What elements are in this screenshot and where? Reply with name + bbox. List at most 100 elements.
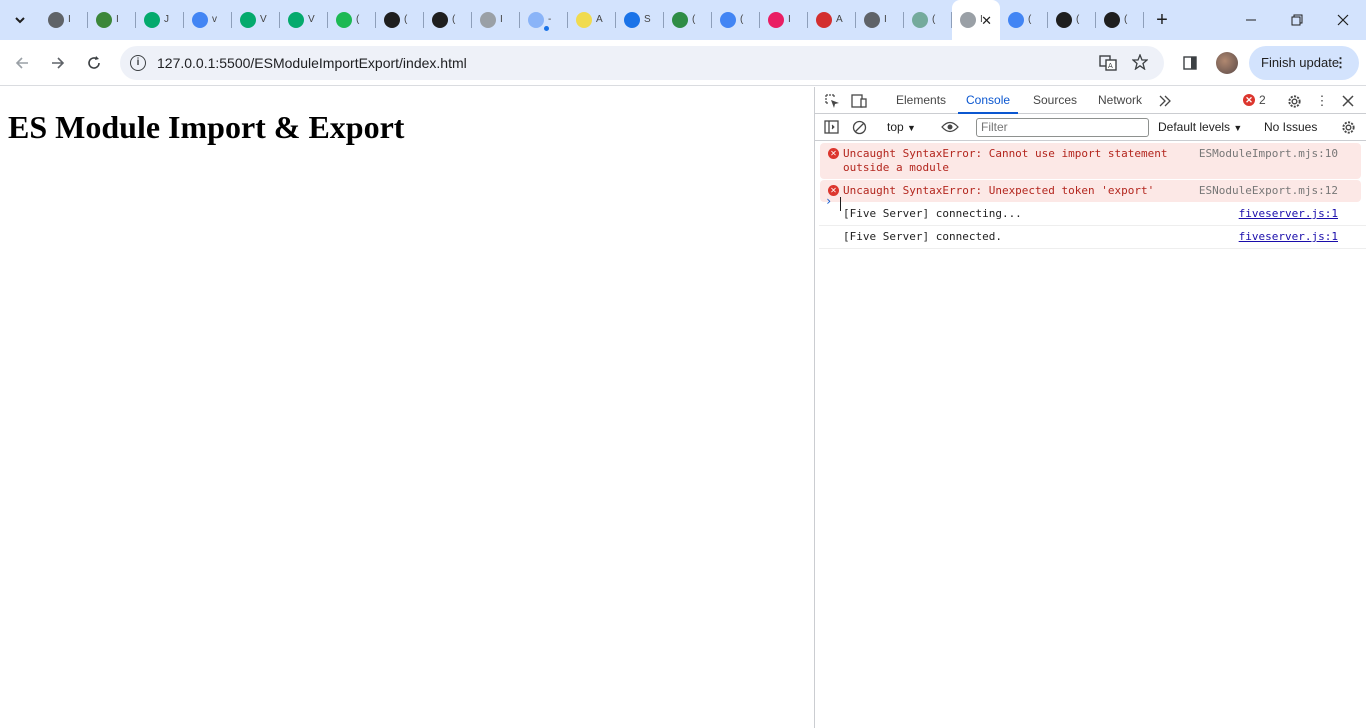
menu-dots-icon: ⋮ <box>1334 55 1347 70</box>
browser-tab[interactable]: ( <box>664 0 712 40</box>
side-panel-icon[interactable] <box>1176 49 1204 77</box>
close-tab-icon[interactable]: ✕ <box>981 13 992 29</box>
page-heading: ES Module Import & Export <box>8 109 405 145</box>
browser-tab[interactable]: - <box>520 0 568 40</box>
browser-tab[interactable]: S <box>616 0 664 40</box>
cube-icon <box>768 12 784 28</box>
finish-update-label: Finish update <box>1261 55 1340 70</box>
error-icon: ✕ <box>1243 94 1255 106</box>
google-icon <box>1008 12 1024 28</box>
profile-avatar[interactable] <box>1216 52 1238 74</box>
minimize-button[interactable] <box>1228 0 1274 40</box>
console-input-caret[interactable] <box>840 197 841 211</box>
browser-tab[interactable]: ( <box>1048 0 1096 40</box>
tab-search-chevron-icon[interactable] <box>6 6 34 34</box>
kebab-menu-icon[interactable]: ⋮ <box>1313 92 1331 110</box>
new-tab-button[interactable]: + <box>1150 8 1174 32</box>
back-button[interactable] <box>8 49 36 77</box>
tab-sources[interactable]: Sources <box>1033 87 1077 114</box>
issues-button[interactable]: No Issues <box>1264 120 1317 134</box>
message-source-link[interactable]: fiveserver.js:1 <box>1239 230 1338 244</box>
console-settings-gear-icon[interactable] <box>1339 118 1357 136</box>
doc-icon <box>480 12 496 28</box>
more-tabs-chevron-icon[interactable] <box>1156 92 1174 110</box>
clear-console-icon[interactable] <box>850 118 868 136</box>
message-text: Uncaught SyntaxError: Unexpected token '… <box>843 184 1155 197</box>
tab-console[interactable]: Console <box>958 87 1019 114</box>
browser-tab[interactable]: A <box>568 0 616 40</box>
browser-tab[interactable]: ( <box>376 0 424 40</box>
cloud-icon <box>528 12 544 28</box>
filter-input[interactable]: Filter <box>976 118 1149 137</box>
live-expression-eye-icon[interactable] <box>941 118 959 136</box>
url-text[interactable]: 127.0.0.1:5500/ESModuleImportExport/inde… <box>157 55 467 71</box>
browser-tab[interactable]: I <box>40 0 88 40</box>
tab-title-fragment: S <box>644 14 651 25</box>
browser-tab[interactable]: ( <box>1096 0 1144 40</box>
console-error-message: ✕ Uncaught SyntaxError: Unexpected token … <box>820 180 1361 202</box>
browser-tab[interactable]: ( <box>904 0 952 40</box>
tab-network[interactable]: Network <box>1098 87 1142 114</box>
tab-title-fragment: ( <box>1076 14 1080 25</box>
device-toolbar-icon[interactable] <box>850 92 868 110</box>
sidebar-toggle-icon[interactable] <box>822 118 840 136</box>
page-viewport: ES Module Import & Export <box>0 87 814 728</box>
finish-update-button[interactable]: Finish update ⋮ <box>1249 46 1359 80</box>
message-source-link[interactable]: ESModuleImport.mjs:10 <box>1199 147 1338 161</box>
browser-tab[interactable]: A <box>808 0 856 40</box>
inspect-element-icon[interactable] <box>823 92 841 110</box>
console-log-message: [Five Server] connected. fiveserver.js:1 <box>819 226 1366 249</box>
globe-icon <box>48 12 64 28</box>
message-text: Uncaught SyntaxError: Cannot use import … <box>843 147 1168 174</box>
tab-title-fragment: A <box>596 14 603 25</box>
forward-button[interactable] <box>44 49 72 77</box>
browser-tab[interactable]: I <box>88 0 136 40</box>
restore-button[interactable] <box>1274 0 1320 40</box>
error-count-badge[interactable]: ✕ 2 <box>1243 93 1266 107</box>
nodejs-icon <box>96 12 112 28</box>
tab-title-fragment: I <box>788 14 791 25</box>
message-source-link[interactable]: fiveserver.js:1 <box>1239 207 1338 221</box>
browser-tab[interactable]: ( <box>1000 0 1048 40</box>
close-devtools-icon[interactable] <box>1339 92 1357 110</box>
tab-title-fragment: I <box>68 14 71 25</box>
globe-icon <box>864 12 880 28</box>
dropdown-arrow-icon: ▼ <box>1233 123 1243 133</box>
site-info-icon[interactable]: i <box>130 55 146 71</box>
browser-tab[interactable]: V <box>232 0 280 40</box>
tab-list: I I Jv V V (((I - A S ((I A I (I ✕ ((( <box>40 0 1144 40</box>
tab-title-fragment: I <box>116 14 119 25</box>
tab-activity-dot <box>544 26 549 31</box>
chatgpt-icon <box>912 12 928 28</box>
browser-tab[interactable]: V <box>280 0 328 40</box>
browser-tab[interactable]: I ✕ <box>952 0 1000 40</box>
browser-tab[interactable]: ( <box>328 0 376 40</box>
browser-tab[interactable]: ( <box>424 0 472 40</box>
browser-tab[interactable]: I <box>760 0 808 40</box>
tab-title-fragment: J <box>164 14 169 25</box>
tab-title-fragment: ( <box>692 14 696 25</box>
browser-tab[interactable]: J <box>136 0 184 40</box>
context-selector[interactable]: top ▼ <box>887 120 916 134</box>
js-icon <box>576 12 592 28</box>
github-icon <box>1056 12 1072 28</box>
address-bar[interactable]: i 127.0.0.1:5500/ESModuleImportExport/in… <box>120 46 1164 80</box>
reload-button[interactable] <box>80 49 108 77</box>
gear-icon <box>624 12 640 28</box>
log-levels-dropdown[interactable]: Default levels ▼ <box>1158 120 1242 134</box>
close-window-button[interactable] <box>1320 0 1366 40</box>
tab-elements[interactable]: Elements <box>896 87 946 114</box>
browser-tab[interactable]: v <box>184 0 232 40</box>
browser-tab[interactable]: I <box>472 0 520 40</box>
browser-tab[interactable]: I <box>856 0 904 40</box>
message-source-link[interactable]: ESNoduleExport.mjs:12 <box>1199 184 1338 198</box>
translate-icon[interactable]: A <box>1099 54 1117 72</box>
settings-gear-icon[interactable] <box>1285 92 1303 110</box>
tab-title-fragment: V <box>260 14 267 25</box>
tab-title-fragment: ( <box>1124 14 1128 25</box>
bookmark-star-icon[interactable] <box>1131 53 1149 72</box>
devtools-panel: Elements Console Sources Network ✕ 2 ⋮ t… <box>814 87 1366 728</box>
w-icon <box>240 12 256 28</box>
error-count: 2 <box>1259 93 1266 107</box>
browser-tab[interactable]: ( <box>712 0 760 40</box>
